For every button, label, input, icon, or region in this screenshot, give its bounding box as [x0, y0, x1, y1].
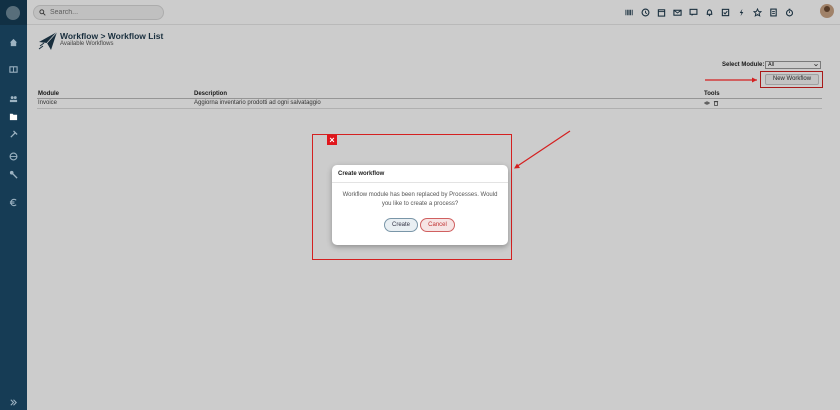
grid-icon[interactable] — [7, 63, 19, 75]
create-workflow-modal: Create workflow Workflow module has been… — [332, 165, 508, 245]
modal-title: Create workflow — [338, 171, 385, 177]
modal-backdrop-top — [0, 0, 840, 25]
tools-icon[interactable] — [7, 128, 19, 140]
euro-icon[interactable] — [7, 196, 19, 208]
modal-message: Workflow module has been replaced by Pro… — [342, 192, 498, 207]
cancel-button[interactable]: Cancel — [420, 218, 455, 232]
wrench-icon[interactable] — [7, 168, 19, 180]
close-icon[interactable]: × — [327, 135, 337, 145]
expand-icon[interactable] — [7, 396, 19, 408]
users-icon[interactable] — [7, 92, 19, 104]
modal-divider — [332, 182, 508, 183]
globe-icon[interactable] — [7, 150, 19, 162]
folder-icon[interactable] — [7, 110, 19, 122]
create-button[interactable]: Create — [384, 218, 418, 232]
home-icon[interactable] — [7, 36, 19, 48]
sidebar — [0, 0, 27, 410]
